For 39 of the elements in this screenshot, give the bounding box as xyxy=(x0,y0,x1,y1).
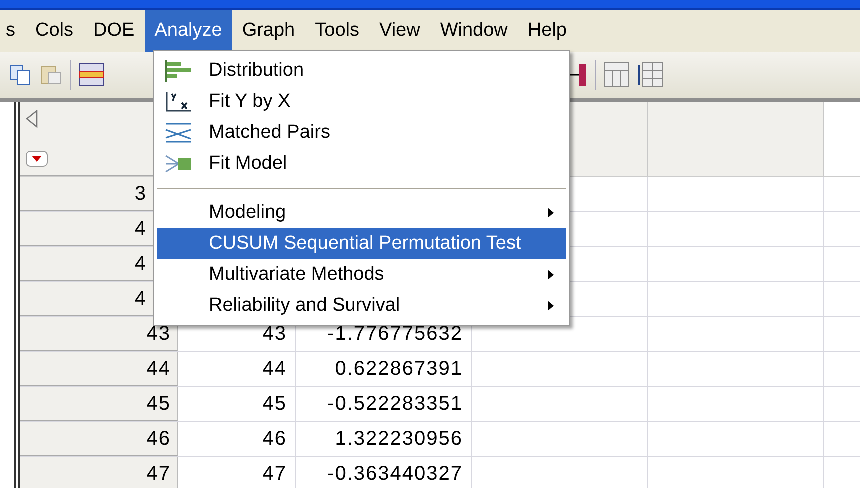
row-number: 47 xyxy=(20,457,178,488)
table-cell: 45 xyxy=(178,387,296,421)
table-cell: 46 xyxy=(178,422,296,456)
crossing-lines-icon xyxy=(165,122,193,144)
menu-bar-item[interactable]: Analyze xyxy=(144,10,232,52)
menu-bar-item[interactable]: Cols xyxy=(26,10,84,52)
dropdown-icon[interactable] xyxy=(26,151,48,167)
menu-bar-item[interactable]: Graph xyxy=(232,10,306,52)
row-number: 44 xyxy=(20,352,178,386)
table-cell: -0.522283351 xyxy=(296,387,472,421)
row-number: 45 xyxy=(20,387,178,421)
table-cell: 44 xyxy=(178,352,296,386)
menu-bar-item[interactable]: Help xyxy=(518,10,577,52)
grid-icon[interactable] xyxy=(638,62,664,88)
table-cell: 1.322230956 xyxy=(296,422,472,456)
menu-item[interactable]: Distribution xyxy=(157,55,566,86)
submenu-arrow-icon xyxy=(548,208,554,218)
menu-bar-item[interactable]: DOE xyxy=(84,10,145,52)
submenu-arrow-icon xyxy=(548,270,554,280)
menu-bar-item[interactable]: Window xyxy=(430,10,518,52)
triangle-icon[interactable] xyxy=(26,110,38,128)
table-cell: 47 xyxy=(178,457,296,488)
bar-chart-icon xyxy=(165,60,193,82)
model-icon xyxy=(165,152,193,174)
menu-bar-item[interactable]: View xyxy=(369,10,430,52)
menu-item[interactable]: Matched Pairs xyxy=(157,117,566,148)
menu-bar-item[interactable]: s xyxy=(0,10,26,52)
row-number: 46 xyxy=(20,422,178,456)
row-number: 43 xyxy=(20,317,178,351)
table-cell: 0.622867391 xyxy=(296,352,472,386)
table-icon[interactable] xyxy=(79,63,105,87)
axes-icon xyxy=(165,90,193,112)
menu-item[interactable]: Fit Y by X xyxy=(157,86,566,117)
menu-bar-item[interactable]: Tools xyxy=(305,10,370,52)
menu-item[interactable]: Fit Model xyxy=(157,148,566,179)
copy-icon[interactable] xyxy=(10,64,32,86)
table-cell: -0.363440327 xyxy=(296,457,472,488)
submenu-arrow-icon xyxy=(548,300,554,310)
menu-item[interactable]: CUSUM Sequential Permutation Test xyxy=(157,228,566,259)
